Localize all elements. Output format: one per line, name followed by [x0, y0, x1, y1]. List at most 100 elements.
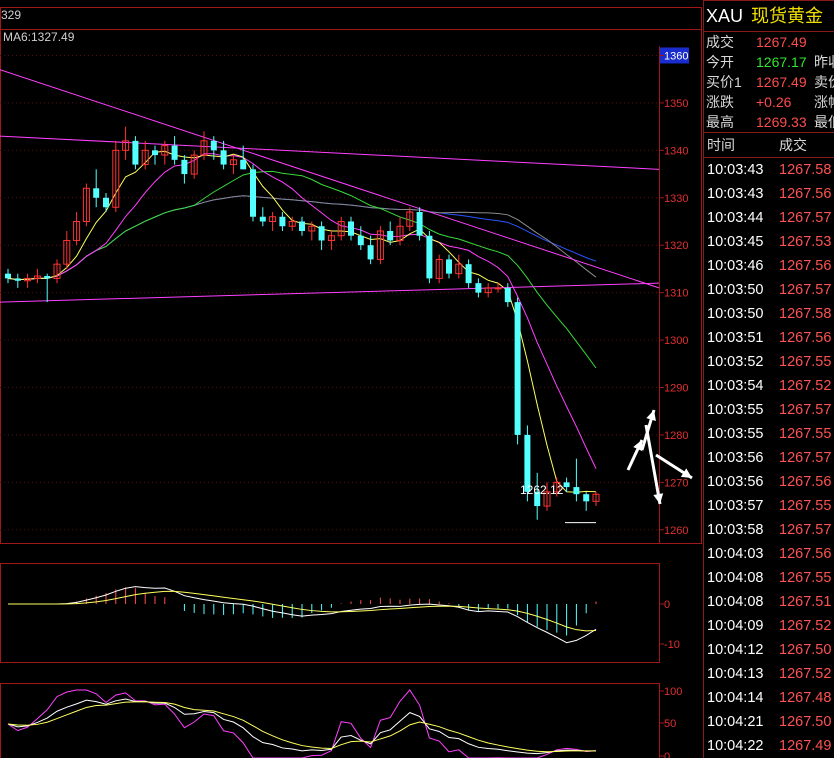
tick-price: 1267.56 — [779, 546, 832, 562]
tick-price: 1267.57 — [779, 450, 832, 466]
tick-row[interactable]: 10:04:09 1267.52 — [704, 614, 834, 638]
tick-row[interactable]: 10:03:56 1267.57 — [704, 446, 834, 470]
quote-extra-label: 最低 — [814, 114, 834, 130]
tick-row[interactable]: 10:03:58 1267.57 — [704, 518, 834, 542]
candle-body — [318, 226, 325, 241]
tick-time: 10:04:13 — [707, 666, 764, 682]
quote-value: 1267.17 — [756, 54, 807, 70]
quote-panel: XAU 现货黄金 成交 1267.49 今开 1267.17 昨收买价1 1267.49 卖价… — [703, 0, 834, 758]
quote-extra-label: 卖价1 — [814, 74, 834, 90]
tick-price: 1267.58 — [779, 162, 832, 178]
tick-row[interactable]: 10:04:21 1267.50 — [704, 710, 834, 734]
candle-body — [103, 197, 109, 208]
tick-price: 1267.56 — [779, 330, 832, 346]
candle-body — [426, 235, 433, 279]
tick-time: 10:04:09 — [707, 618, 764, 634]
tick-row[interactable]: 10:04:13 1267.52 — [704, 662, 834, 686]
tick-price: 1267.48 — [779, 690, 832, 706]
tick-time: 10:03:57 — [707, 498, 764, 514]
tick-row[interactable]: 10:03:51 1267.56 — [704, 326, 834, 350]
quote-row: 今开 1267.17 昨收 — [704, 52, 834, 72]
macd-axis-label: -10 — [664, 639, 680, 651]
tick-time: 10:03:43 — [707, 162, 764, 178]
price-axis-label: 1260 — [664, 525, 688, 537]
ticks-header-price: 成交 — [779, 137, 807, 153]
kdj-axis-label: 0 — [664, 751, 670, 758]
price-axis-label: 1280 — [664, 430, 688, 442]
candle-body — [357, 235, 364, 246]
tick-time: 10:03:50 — [707, 282, 764, 298]
tick-row[interactable]: 10:04:08 1267.55 — [704, 566, 834, 590]
kdj-d-line — [7, 701, 597, 753]
tick-price: 1267.52 — [779, 618, 832, 634]
tick-list[interactable]: 10:03:43 1267.58 10:03:43 1267.56 10:03:44 12… — [704, 157, 834, 758]
tick-price: 1267.52 — [779, 378, 832, 394]
tick-price: 1267.56 — [779, 258, 832, 274]
macd-frame — [0, 563, 660, 663]
tick-row[interactable]: 10:03:57 1267.55 — [704, 494, 834, 518]
tick-price: 1267.51 — [779, 594, 832, 610]
tick-price: 1267.53 — [779, 234, 832, 250]
candle-body — [171, 145, 178, 160]
tick-price: 1267.56 — [779, 186, 832, 202]
tick-time: 10:04:08 — [707, 570, 764, 586]
candle-body — [465, 264, 472, 284]
tick-row[interactable]: 10:03:56 1267.56 — [704, 470, 834, 494]
tick-row[interactable]: 10:03:44 1267.57 — [704, 206, 834, 230]
tick-time: 10:03:55 — [707, 402, 764, 418]
tick-time: 10:03:56 — [707, 450, 764, 466]
price-axis-label: 1300 — [664, 335, 688, 347]
tick-price: 1267.55 — [779, 570, 832, 586]
candle-body — [583, 494, 590, 502]
arrow-down-1 — [644, 424, 662, 505]
tick-row[interactable]: 10:04:14 1267.48 — [704, 686, 834, 710]
candle-body — [240, 159, 247, 170]
tick-price: 1267.56 — [779, 474, 832, 490]
tick-row[interactable]: 10:03:43 1267.56 — [704, 182, 834, 206]
tick-time: 10:03:58 — [707, 522, 764, 538]
indicator-panels: 0 -10 100 50 0 — [7, 586, 682, 758]
kline-chart[interactable]: 0 -10 100 50 0 1360 1350 1340 1330 1320 1310 1300 1… — [0, 0, 702, 758]
tick-price: 1267.57 — [779, 210, 832, 226]
grid — [0, 7, 702, 758]
tick-row[interactable]: 10:03:54 1267.52 — [704, 374, 834, 398]
tick-row[interactable]: 10:03:46 1267.56 — [704, 254, 834, 278]
tick-price: 1267.55 — [779, 498, 832, 514]
tick-row[interactable]: 10:04:03 1267.56 — [704, 542, 834, 566]
ticks-header-time: 时间 — [707, 137, 735, 153]
candle-body — [475, 283, 482, 293]
price-axis-label: 1320 — [664, 240, 688, 252]
candle-body — [44, 276, 51, 279]
price-axis-label: 1360 — [664, 50, 688, 62]
quote-extra-label: 昨收 — [814, 54, 834, 70]
tick-time: 10:03:50 — [707, 306, 764, 322]
quote-label: 成交 — [706, 34, 734, 50]
macd-axis-label: 0 — [664, 599, 670, 611]
candle-body — [367, 245, 374, 260]
symbol-label: XAU — [706, 6, 744, 26]
tick-row[interactable]: 10:03:45 1267.53 — [704, 230, 834, 254]
tick-time: 10:04:08 — [707, 594, 764, 610]
tick-row[interactable]: 10:04:08 1267.51 — [704, 590, 834, 614]
candle-body — [348, 221, 354, 236]
tick-row[interactable]: 10:03:55 1267.55 — [704, 422, 834, 446]
tick-row[interactable]: 10:03:50 1267.57 — [704, 278, 834, 302]
tick-row[interactable]: 10:03:55 1267.57 — [704, 398, 834, 422]
price-axis-label: 1290 — [664, 382, 688, 394]
tick-row[interactable]: 10:04:12 1267.50 — [704, 638, 834, 662]
kdj-axis-label: 50 — [664, 718, 676, 730]
tick-row[interactable]: 10:03:43 1267.58 — [704, 158, 834, 182]
tick-row[interactable]: 10:03:52 1267.55 — [704, 350, 834, 374]
tick-row[interactable]: 10:03:50 1267.58 — [704, 302, 834, 326]
candle-body — [299, 221, 305, 231]
candle-body — [259, 216, 266, 222]
low-price-label: 1262.12 — [520, 483, 564, 497]
price-axis-label: 1330 — [664, 193, 688, 205]
tick-time: 10:03:56 — [707, 474, 764, 490]
tick-time: 10:03:52 — [707, 354, 764, 370]
tick-price: 1267.50 — [779, 714, 832, 730]
tick-row[interactable]: 10:04:22 1267.49 — [704, 734, 834, 758]
tick-time: 10:03:55 — [707, 426, 764, 442]
candle-body — [152, 150, 158, 156]
chart-canvas[interactable]: 0-10100500 13601350134013301320131013001… — [0, 0, 702, 758]
